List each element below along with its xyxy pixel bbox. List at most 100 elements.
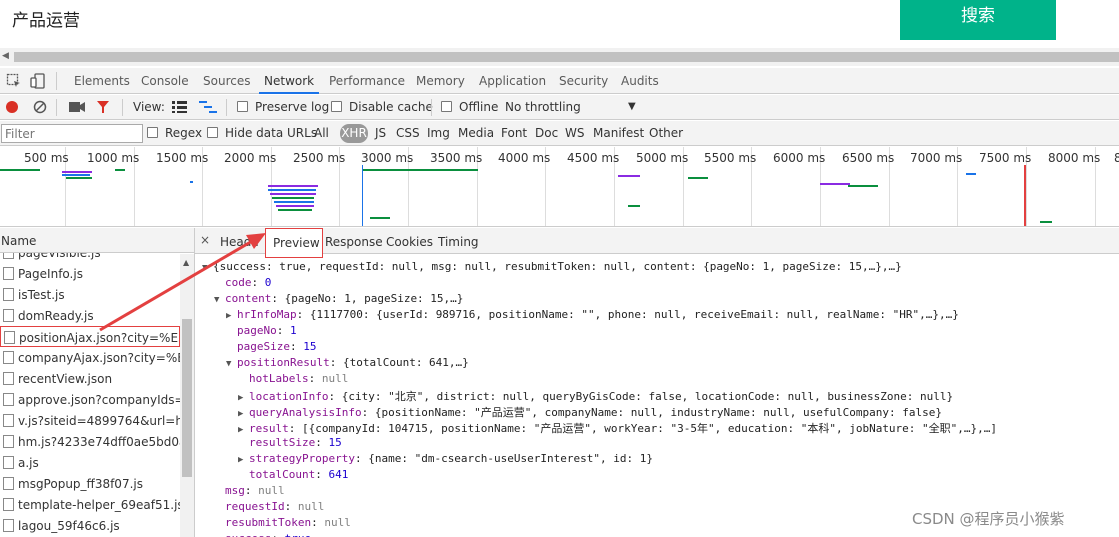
json-row: totalCount: 641	[249, 468, 349, 481]
file-icon	[3, 309, 14, 322]
type-filter-all[interactable]: All	[314, 126, 329, 140]
list-item[interactable]: companyAjax.json?city=%E5%	[0, 347, 180, 368]
tab-network[interactable]: Network	[258, 74, 320, 94]
json-key: pageNo	[237, 324, 277, 337]
list-item-label: PageInfo.js	[18, 267, 83, 281]
json-row[interactable]: ▶ queryAnalysisInfo: {positionName: "产品运营…	[238, 404, 942, 420]
preserve-log-checkbox[interactable]	[237, 101, 248, 112]
large-rows-icon[interactable]	[172, 101, 187, 113]
list-item[interactable]: isTest.js	[0, 284, 180, 305]
search-button[interactable]: 搜索	[900, 0, 1056, 40]
list-item-label: hm.js?4233e74dff0ae5bd0a3d	[18, 435, 180, 449]
filter-icon[interactable]	[96, 100, 110, 114]
type-filter-font[interactable]: Font	[501, 126, 527, 140]
horizontal-scrollbar[interactable]: ◀	[0, 48, 1119, 66]
type-filter-img[interactable]: Img	[427, 126, 450, 140]
scrollbar-thumb[interactable]	[14, 52, 1119, 62]
json-row[interactable]: ▶ hrInfoMap: {1117700: {userId: 989716, p…	[226, 308, 959, 321]
vertical-scrollbar[interactable]: ▲	[180, 254, 194, 537]
tab-performance[interactable]: Performance	[329, 74, 405, 88]
clear-icon[interactable]	[33, 100, 47, 114]
offline-checkbox[interactable]	[441, 101, 452, 112]
file-icon	[3, 267, 14, 280]
collapse-triangle-icon[interactable]: ▶	[238, 455, 249, 465]
expand-triangle-icon[interactable]: ▼	[214, 295, 225, 305]
tab-elements[interactable]: Elements	[74, 74, 130, 88]
chevron-down-icon[interactable]: ▼	[628, 101, 636, 112]
regex-checkbox[interactable]	[147, 127, 158, 138]
list-item[interactable]: a.js	[0, 452, 180, 473]
list-item[interactable]: approve.json?companyIds=10	[0, 389, 180, 410]
list-item-label: domReady.js	[18, 309, 94, 323]
json-value: {name: "dm-csearch-useUserInterest", id:…	[368, 452, 653, 465]
tab-application[interactable]: Application	[479, 74, 546, 88]
list-item-label: recentView.json	[18, 372, 113, 386]
json-preview-tree: ▼ {success: true, requestId: null, msg: n…	[195, 256, 1119, 537]
close-icon[interactable]: ×	[200, 233, 210, 247]
timeline-tick-label: 6500 ms	[842, 151, 895, 165]
list-item[interactable]: msgPopup_ff38f07.js	[0, 473, 180, 494]
type-filter-css[interactable]: CSS	[396, 126, 420, 140]
request-bar	[370, 217, 390, 219]
json-row[interactable]: ▼ content: {pageNo: 1, pageSize: 15,…}	[214, 292, 463, 305]
tab-sources[interactable]: Sources	[203, 74, 250, 88]
collapse-triangle-icon[interactable]: ▶	[238, 393, 249, 403]
waterfall-icon[interactable]	[199, 101, 217, 113]
collapse-triangle-icon[interactable]: ▶	[226, 311, 237, 321]
record-icon[interactable]	[5, 100, 19, 114]
json-row[interactable]: ▼ positionResult: {totalCount: 641,…}	[226, 356, 469, 369]
expand-triangle-icon[interactable]: ▼	[202, 263, 213, 273]
disable-cache-checkbox[interactable]	[331, 101, 342, 112]
scrollbar-thumb[interactable]	[182, 319, 192, 477]
type-filter-js[interactable]: JS	[375, 126, 386, 140]
inspect-element-icon[interactable]	[6, 73, 22, 89]
tab-timing[interactable]: Timing	[438, 235, 479, 249]
json-row[interactable]: ▶ locationInfo: {city: "北京", district: nu…	[238, 388, 953, 404]
filter-input[interactable]	[1, 124, 143, 143]
timeline-tick-label: 7500 ms	[979, 151, 1032, 165]
collapse-triangle-icon[interactable]: ▶	[238, 409, 249, 419]
page-header: 产品运营 搜索	[0, 0, 1119, 40]
list-item[interactable]: lagou_59f46c6.js	[0, 515, 180, 536]
list-item[interactable]: recentView.json	[0, 368, 180, 389]
file-icon	[3, 456, 14, 469]
capture-screenshots-icon[interactable]	[69, 101, 85, 113]
scroll-left-icon[interactable]: ◀	[2, 51, 9, 61]
scroll-up-icon[interactable]: ▲	[183, 258, 189, 267]
json-root-row[interactable]: ▼ {success: true, requestId: null, msg: n…	[202, 260, 902, 273]
device-toolbar-icon[interactable]	[30, 73, 46, 89]
json-row[interactable]: ▶ strategyProperty: {name: "dm-csearch-us…	[238, 452, 653, 465]
throttling-select[interactable]: No throttling	[505, 100, 581, 114]
type-filter-manifest[interactable]: Manifest	[593, 126, 644, 140]
expand-triangle-icon[interactable]: ▼	[226, 359, 237, 369]
list-item[interactable]: domReady.js	[0, 305, 180, 326]
divider	[122, 99, 123, 116]
json-value: 15	[303, 340, 317, 353]
name-column-header[interactable]: Name	[0, 228, 194, 253]
tab-headers[interactable]: Heade	[220, 235, 259, 249]
divider	[56, 99, 57, 116]
list-item[interactable]: hm.js?4233e74dff0ae5bd0a3d	[0, 431, 180, 452]
list-item[interactable]: template-helper_69eaf51.js	[0, 494, 180, 515]
tab-audits[interactable]: Audits	[621, 74, 659, 88]
list-item[interactable]: PageInfo.js	[0, 263, 180, 284]
hide-data-urls-checkbox[interactable]	[207, 127, 218, 138]
type-filter-doc[interactable]: Doc	[535, 126, 558, 140]
timeline-overview[interactable]: 500 ms 1000 ms 1500 ms 2000 ms 2500 ms 3…	[0, 147, 1119, 227]
list-item[interactable]: v.js?siteid=4899764&url=https:	[0, 410, 180, 431]
watermark: CSDN @程序员小猴紫	[912, 510, 1065, 528]
tab-cookies[interactable]: Cookies	[386, 235, 433, 249]
tab-security[interactable]: Security	[559, 74, 608, 88]
json-value: true	[285, 532, 312, 537]
type-filter-media[interactable]: Media	[458, 126, 494, 140]
tab-memory[interactable]: Memory	[416, 74, 465, 88]
type-filter-xhr[interactable]: XHR	[340, 124, 368, 143]
type-filter-other[interactable]: Other	[649, 126, 683, 140]
collapse-triangle-icon[interactable]: ▶	[238, 425, 249, 435]
tab-response[interactable]: Response	[325, 235, 383, 249]
tab-console[interactable]: Console	[141, 74, 189, 88]
json-row[interactable]: ▶ result: [{companyId: 104715, positionNa…	[238, 420, 997, 436]
type-filter-ws[interactable]: WS	[565, 126, 584, 140]
tab-preview[interactable]: Preview	[265, 228, 323, 258]
list-item-selected[interactable]: positionAjax.json?city=%E5%8	[0, 326, 180, 347]
